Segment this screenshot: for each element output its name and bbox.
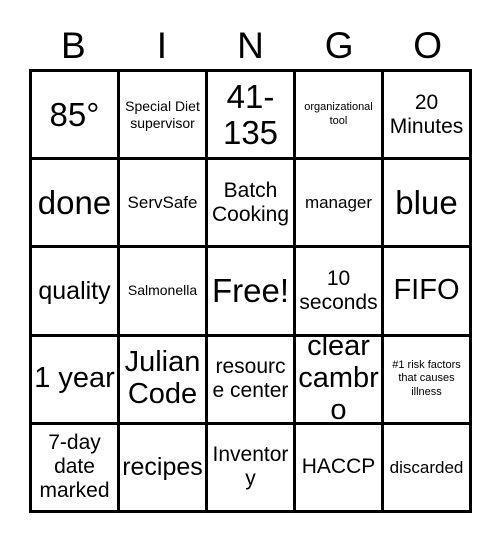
- bingo-cell-i4[interactable]: Julian Code: [120, 336, 208, 425]
- bingo-cell-label: FIFO: [393, 274, 460, 307]
- bingo-cell-g2[interactable]: manager: [296, 160, 384, 249]
- bingo-cell-label: 7-day date marked: [39, 431, 110, 503]
- bingo-header-letter-b: B: [60, 24, 86, 66]
- bingo-cell-i3[interactable]: Salmonella: [120, 248, 208, 337]
- bingo-cell-o2[interactable]: blue: [384, 160, 472, 249]
- bingo-cell-i1[interactable]: Special Diet supervisor: [120, 72, 208, 161]
- bingo-cell-label: clear cambro: [298, 336, 379, 425]
- bingo-card: B I N G O 85° Special Diet supervisor 41…: [0, 0, 501, 544]
- bingo-cell-n2[interactable]: Batch Cooking: [208, 160, 296, 249]
- bingo-cell-n1[interactable]: 41-135: [208, 72, 296, 161]
- bingo-cell-b3[interactable]: quality: [32, 248, 120, 337]
- bingo-cell-free-space[interactable]: Free!: [208, 248, 296, 337]
- bingo-cell-b5[interactable]: 7-day date marked: [32, 424, 120, 513]
- bingo-cell-label: 20 Minutes: [389, 90, 464, 138]
- bingo-header-letter-n: N: [237, 24, 264, 66]
- bingo-cell-label: organizational tool: [304, 100, 373, 127]
- bingo-cell-g1[interactable]: organizational tool: [296, 72, 384, 161]
- bingo-header-row: B I N G O: [29, 22, 472, 68]
- bingo-cell-label: done: [37, 183, 112, 221]
- bingo-cell-label: 41-135: [222, 77, 279, 151]
- bingo-cell-label: 1 year: [34, 362, 115, 395]
- bingo-cell-i5[interactable]: recipes: [120, 424, 208, 513]
- bingo-cell-label: 85°: [49, 95, 100, 133]
- bingo-cell-label: HACCP: [301, 455, 376, 479]
- bingo-cell-n4[interactable]: resource center: [208, 336, 296, 425]
- bingo-cell-i2[interactable]: ServSafe: [120, 160, 208, 249]
- bingo-cell-label: Julian Code: [124, 346, 201, 411]
- bingo-cell-b1[interactable]: 85°: [32, 72, 120, 161]
- bingo-cell-label: #1 risk factors that causes illness: [392, 358, 461, 399]
- bingo-cell-g5[interactable]: HACCP: [296, 424, 384, 513]
- bingo-cell-label: Salmonella: [127, 282, 198, 299]
- bingo-cell-o4[interactable]: #1 risk factors that causes illness: [384, 336, 472, 425]
- bingo-cell-o3[interactable]: FIFO: [384, 248, 472, 337]
- bingo-cell-label: manager: [304, 192, 373, 212]
- bingo-header-letter-o: O: [413, 24, 443, 66]
- bingo-cell-label: Special Diet supervisor: [125, 97, 200, 131]
- bingo-cell-label: blue: [395, 183, 458, 221]
- bingo-cell-o5[interactable]: discarded: [384, 424, 472, 513]
- bingo-cell-b4[interactable]: 1 year: [32, 336, 120, 425]
- bingo-grid: 85° Special Diet supervisor 41-135 organ…: [29, 69, 472, 513]
- bingo-cell-label: Free!: [211, 272, 290, 310]
- bingo-cell-label: quality: [38, 276, 111, 305]
- bingo-cell-label: Inventory: [212, 443, 289, 491]
- bingo-header-letter-i: I: [156, 24, 168, 66]
- bingo-cell-label: recipes: [122, 453, 203, 482]
- bingo-cell-g3[interactable]: 10 seconds: [296, 248, 384, 337]
- bingo-cell-label: resource center: [212, 355, 289, 403]
- bingo-cell-label: discarded: [389, 457, 464, 477]
- bingo-cell-g4[interactable]: clear cambro: [296, 336, 384, 425]
- bingo-cell-label: 10 seconds: [299, 267, 378, 314]
- bingo-cell-o1[interactable]: 20 Minutes: [384, 72, 472, 161]
- bingo-cell-b2[interactable]: done: [32, 160, 120, 249]
- bingo-cell-label: ServSafe: [127, 192, 198, 212]
- bingo-header-letter-g: G: [324, 24, 354, 66]
- bingo-cell-label: Batch Cooking: [211, 178, 290, 226]
- bingo-cell-n5[interactable]: Inventory: [208, 424, 296, 513]
